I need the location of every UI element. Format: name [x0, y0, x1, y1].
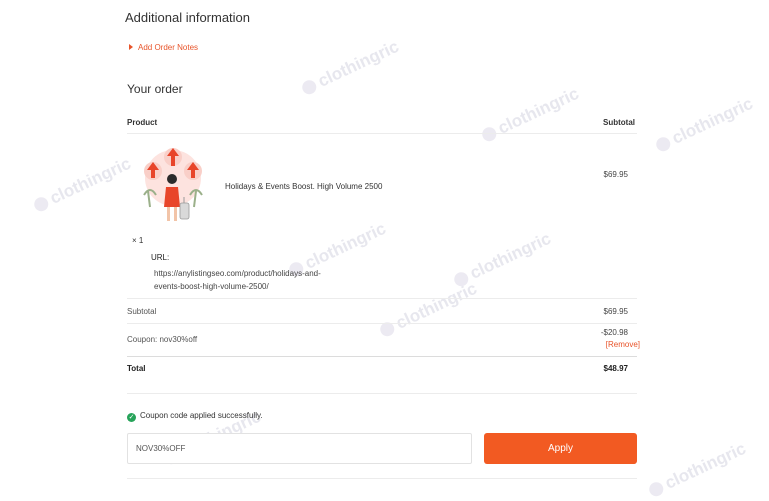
watermark: clothingric [451, 229, 555, 291]
additional-information-heading: Additional information [125, 10, 251, 25]
total-value: $48.97 [603, 364, 628, 373]
divider [127, 356, 637, 357]
url-label: URL: [151, 253, 170, 262]
coupon-label: Coupon: nov30%off [127, 335, 198, 344]
divider [127, 393, 637, 394]
coupon-success-notice: ✓ Coupon code applied successfully. [127, 411, 263, 422]
divider [127, 298, 637, 299]
coupon-code-input[interactable] [127, 433, 472, 464]
product-column-header: Product [127, 118, 158, 127]
item-price: $69.95 [603, 170, 628, 179]
total-label: Total [127, 364, 146, 373]
subtotal-column-header: Subtotal [603, 118, 635, 127]
caret-right-icon [129, 44, 133, 50]
add-order-notes-link[interactable]: Add Order Notes [129, 43, 198, 52]
url-value: https://anylistingseo.com/product/holida… [154, 269, 321, 291]
coupon-discount-value: -$20.98 [600, 328, 628, 337]
divider [127, 133, 637, 134]
apply-coupon-button[interactable]: Apply [484, 433, 637, 464]
check-circle-icon: ✓ [127, 413, 136, 422]
divider [127, 478, 637, 479]
watermark: clothingric [299, 37, 403, 99]
watermark: clothingric [31, 154, 135, 216]
remove-coupon-link[interactable]: [Remove] [606, 340, 640, 349]
divider [127, 323, 637, 324]
your-order-heading: Your order [127, 82, 183, 96]
subtotal-label: Subtotal [127, 307, 157, 316]
watermark: clothingric [653, 94, 757, 156]
product-name: Holidays & Events Boost. High Volume 250… [225, 182, 383, 191]
watermark: clothingric [646, 439, 750, 501]
coupon-success-message: Coupon code applied successfully. [140, 411, 263, 420]
item-quantity: × 1 [132, 236, 144, 245]
watermark: clothingric [479, 84, 583, 146]
product-thumbnail [143, 148, 203, 221]
watermark: clothingric [377, 279, 481, 341]
subtotal-value: $69.95 [603, 307, 628, 316]
add-order-notes-label: Add Order Notes [138, 43, 199, 52]
